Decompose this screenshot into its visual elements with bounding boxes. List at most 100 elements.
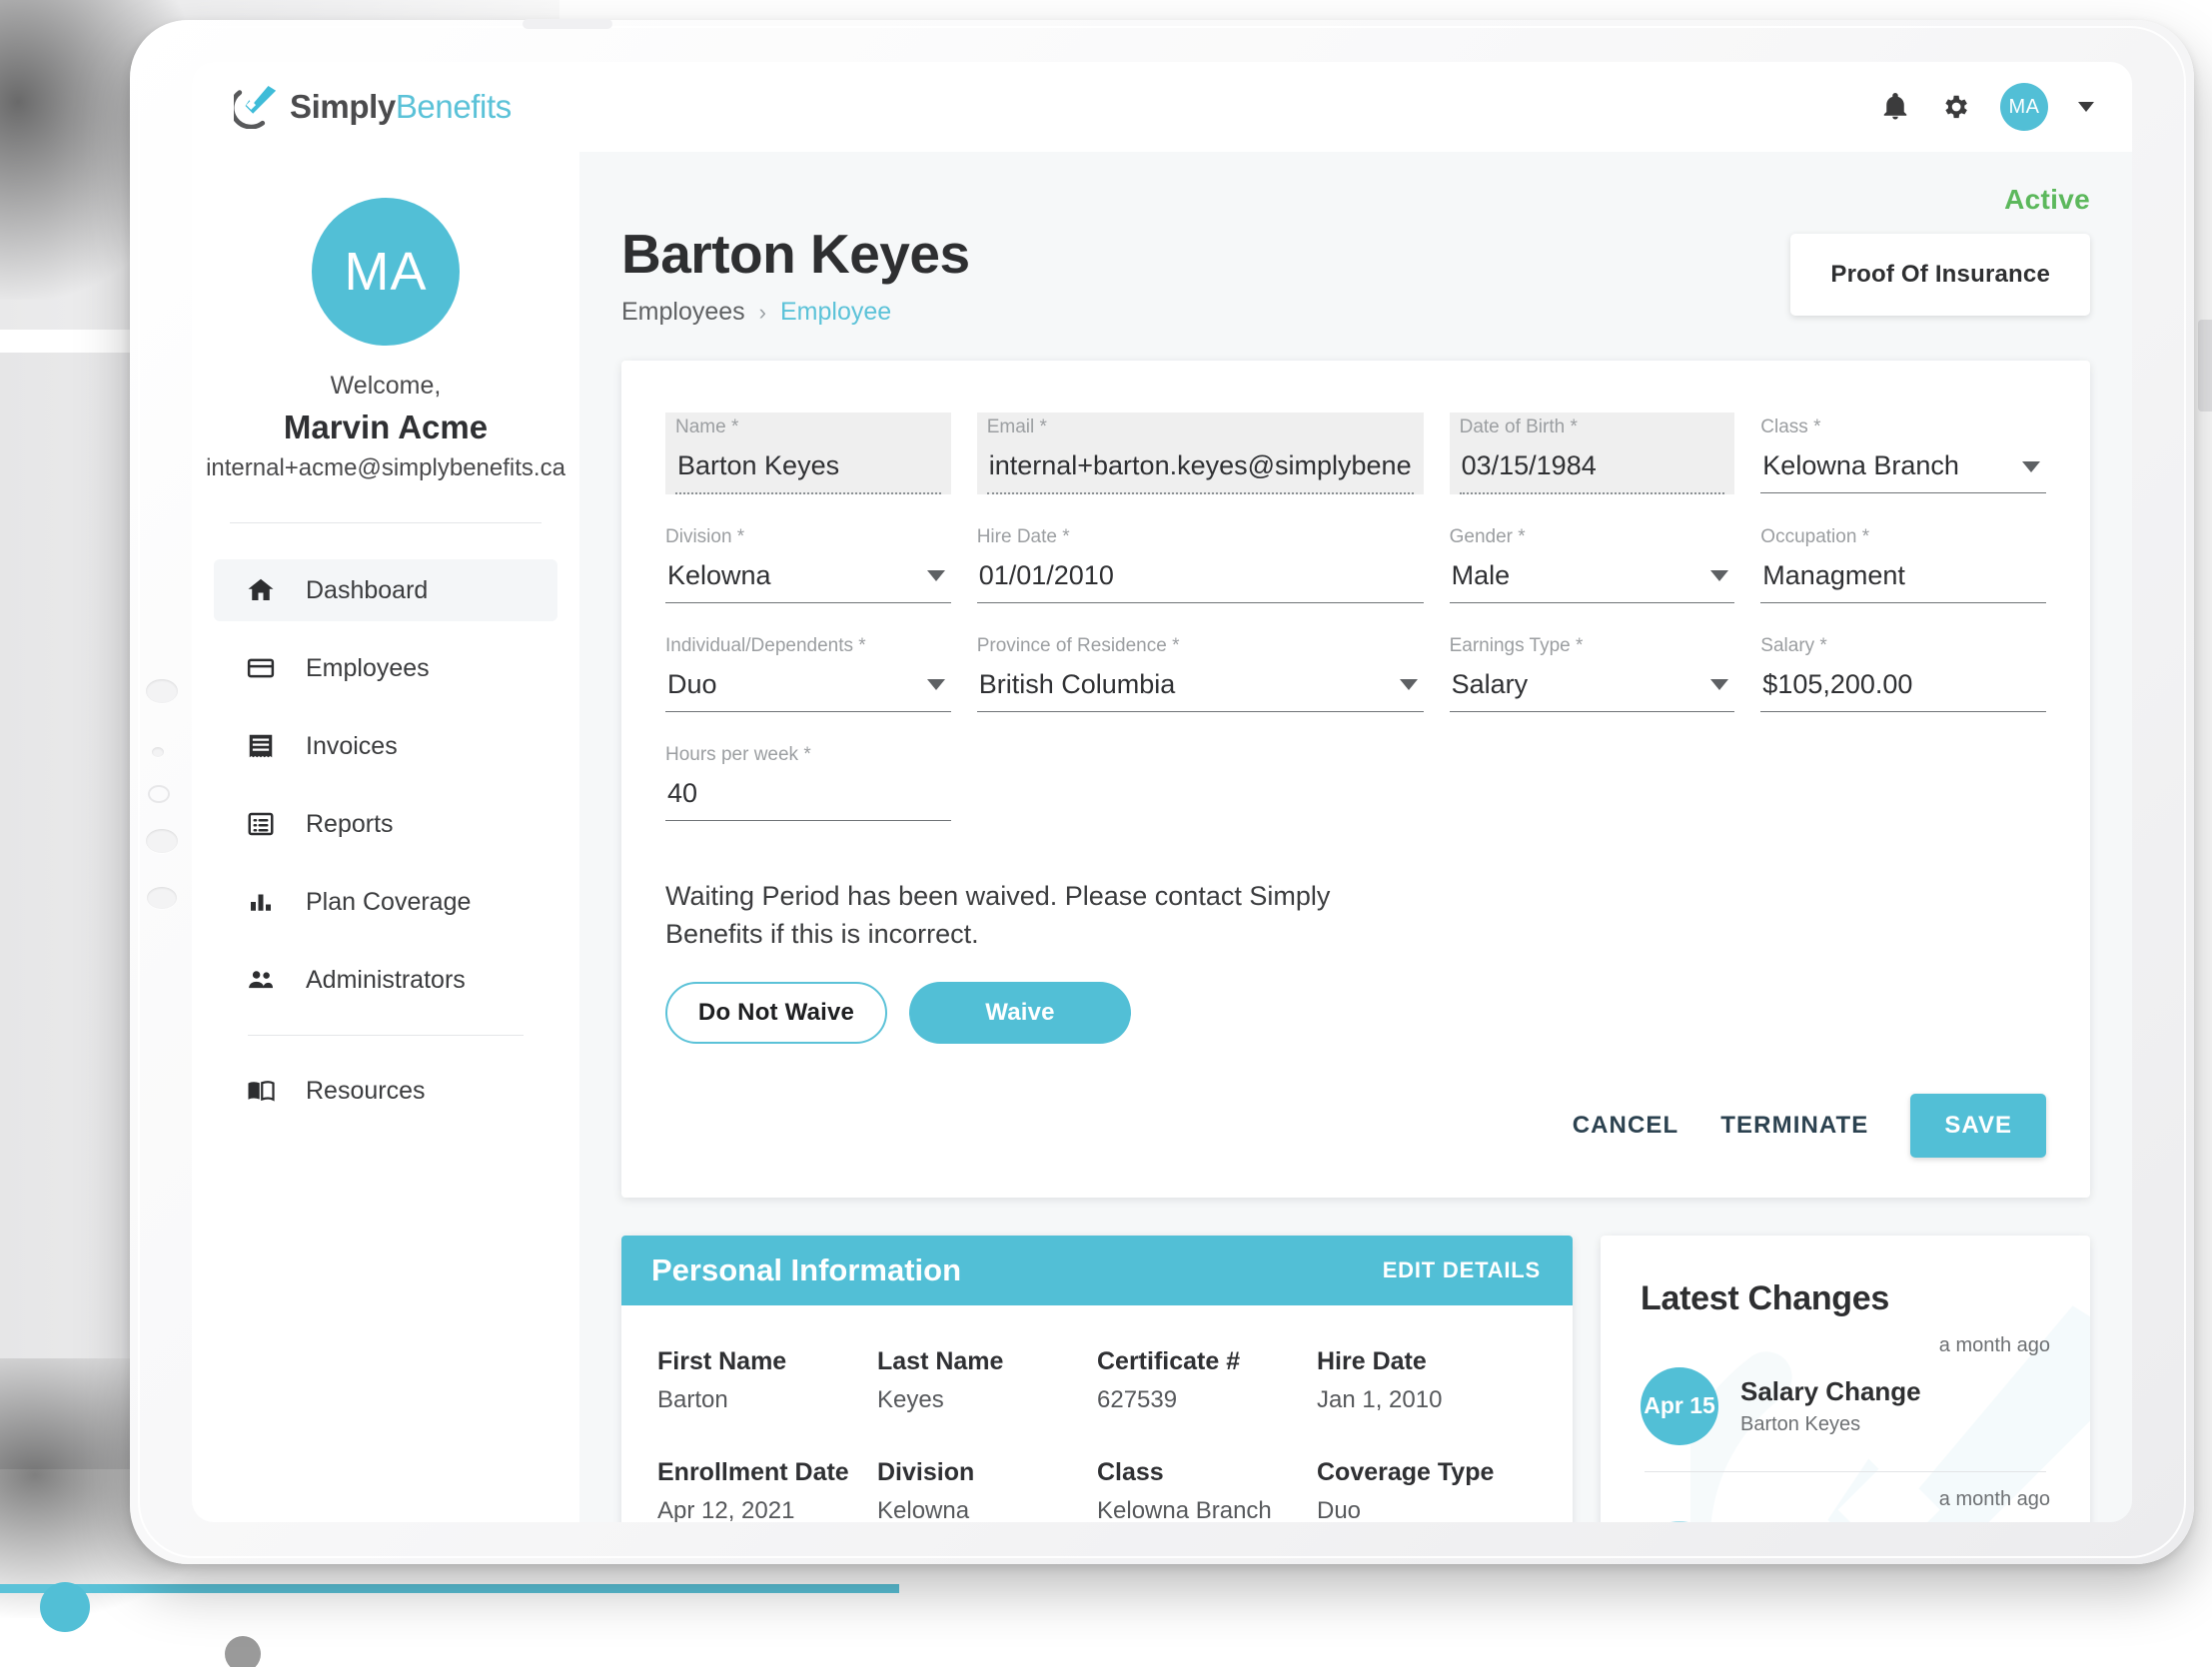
page-header: Barton Keyes Employees › Employee Proof … bbox=[621, 222, 2090, 327]
field-underline bbox=[665, 711, 951, 712]
edit-details-button[interactable]: EDIT DETAILS bbox=[1383, 1257, 1541, 1283]
field-label: Individual/Dependents * bbox=[665, 635, 866, 656]
sidebar-item-plan-coverage[interactable]: Plan Coverage bbox=[214, 871, 557, 933]
sidebar-item-administrators[interactable]: Administrators bbox=[214, 949, 557, 1011]
field-gender[interactable]: Gender * Male bbox=[1449, 522, 1735, 603]
tablet-side-button-4[interactable] bbox=[146, 829, 178, 853]
tablet-screen: SimplyBenefits MA MA Welcome, Marvin Acm… bbox=[192, 62, 2132, 1522]
province-select[interactable]: British Columbia bbox=[977, 659, 1424, 711]
sidebar-user-email: internal+acme@simplybenefits.ca bbox=[206, 454, 565, 481]
field-salary[interactable]: Salary * $105,200.00 bbox=[1760, 631, 2046, 712]
field-class[interactable]: Class * Kelowna Branch bbox=[1760, 413, 2046, 494]
field-individual-dependents[interactable]: Individual/Dependents * Duo bbox=[665, 631, 951, 712]
status-badge: Active bbox=[2004, 184, 2090, 215]
chevron-down-icon[interactable] bbox=[926, 570, 945, 581]
field-underline bbox=[986, 492, 1414, 494]
latest-change-date-badge: Apr 15 bbox=[1641, 1366, 1718, 1445]
topbar-avatar[interactable]: MA bbox=[2000, 83, 2048, 131]
field-name: Name * Barton Keyes bbox=[665, 413, 951, 494]
class-select[interactable]: Kelowna Branch bbox=[1760, 440, 2046, 492]
earnings-type-select[interactable]: Salary bbox=[1450, 659, 1735, 711]
sidebar-item-label: Dashboard bbox=[306, 575, 429, 604]
breadcrumb-root[interactable]: Employees bbox=[621, 298, 745, 327]
hours-per-week-input[interactable]: 40 bbox=[665, 768, 951, 820]
app-topbar: SimplyBenefits MA bbox=[192, 62, 2132, 152]
email-input: internal+barton.keyes@simplybene bbox=[988, 449, 1412, 480]
tablet-side-button-5[interactable] bbox=[147, 887, 177, 909]
latest-change-subject: Barton Keyes bbox=[1740, 1412, 1861, 1435]
waiting-period-actions: Do Not Waive Waive bbox=[665, 981, 2046, 1044]
tablet-side-button-1[interactable] bbox=[146, 679, 178, 703]
pi-value: Apr 12, 2021 bbox=[657, 1496, 795, 1522]
cancel-button[interactable]: CANCEL bbox=[1573, 1112, 1679, 1140]
occupation-input[interactable]: Managment bbox=[1760, 550, 2046, 602]
breadcrumb-current[interactable]: Employee bbox=[780, 298, 891, 327]
pi-value: Jan 1, 2010 bbox=[1317, 1385, 1443, 1413]
field-hours-per-week[interactable]: Hours per week * 40 bbox=[665, 740, 951, 821]
notification-bell-icon[interactable] bbox=[1880, 92, 1910, 122]
topbar-avatar-initials: MA bbox=[2008, 95, 2040, 118]
chevron-down-icon[interactable] bbox=[1399, 679, 1418, 690]
latest-changes-divider bbox=[1645, 1470, 2046, 1472]
people-icon bbox=[246, 965, 276, 995]
field-label: Earnings Type * bbox=[1449, 635, 1584, 656]
logo-text-primary: Simply bbox=[290, 88, 396, 125]
waiting-period-note: Waiting Period has been waived. Please c… bbox=[665, 881, 1331, 950]
gender-select[interactable]: Male bbox=[1450, 550, 1735, 602]
personal-information-card: Personal Information EDIT DETAILS First … bbox=[621, 1235, 1573, 1522]
pi-value: Keyes bbox=[877, 1385, 944, 1413]
latest-change-item[interactable]: a month ago Apr 15 Salary Change Barton … bbox=[1641, 1334, 2050, 1445]
pi-key: Last Name bbox=[877, 1346, 1004, 1375]
pi-key: Class bbox=[1097, 1457, 1164, 1486]
tablet-top-button[interactable] bbox=[523, 19, 612, 29]
field-hire-date[interactable]: Hire Date * 01/01/2010 bbox=[976, 522, 1424, 603]
salary-input[interactable]: $105,200.00 bbox=[1760, 659, 2046, 711]
chevron-down-icon[interactable] bbox=[1710, 679, 1729, 690]
background-chip-right bbox=[2198, 320, 2212, 412]
field-label: Salary * bbox=[1760, 635, 1827, 656]
pi-entry: Class Kelowna Branch bbox=[1097, 1458, 1317, 1522]
book-icon bbox=[246, 1076, 276, 1106]
do-not-waive-button[interactable]: Do Not Waive bbox=[665, 981, 887, 1044]
field-earnings-type[interactable]: Earnings Type * Salary bbox=[1449, 631, 1735, 712]
chevron-down-icon[interactable] bbox=[2022, 461, 2040, 472]
field-label: Gender * bbox=[1449, 526, 1526, 547]
sidebar-divider-bottom bbox=[248, 1035, 524, 1036]
division-select[interactable]: Kelowna bbox=[665, 550, 951, 602]
sidebar-item-reports[interactable]: Reports bbox=[214, 793, 557, 855]
sidebar-item-dashboard[interactable]: Dashboard bbox=[214, 559, 557, 621]
home-icon bbox=[246, 575, 276, 605]
field-underline bbox=[1459, 492, 1725, 494]
sidebar-item-employees[interactable]: Employees bbox=[214, 637, 557, 699]
sidebar-item-resources[interactable]: Resources bbox=[214, 1060, 557, 1122]
sidebar-item-label: Employees bbox=[306, 653, 430, 682]
settings-gear-icon[interactable] bbox=[1940, 92, 1970, 122]
save-button[interactable]: SAVE bbox=[1910, 1093, 2046, 1158]
field-label: Name * bbox=[675, 417, 739, 437]
field-email: Email * internal+barton.keyes@simplybene bbox=[976, 413, 1424, 494]
field-occupation[interactable]: Occupation * Managment bbox=[1760, 522, 2046, 603]
chevron-down-icon[interactable] bbox=[1710, 570, 1729, 581]
tablet-side-button-2[interactable] bbox=[152, 747, 164, 757]
chevron-down-icon[interactable] bbox=[926, 679, 945, 690]
pi-value: Duo bbox=[1317, 1496, 1362, 1522]
tablet-side-button-3[interactable] bbox=[148, 785, 170, 803]
app-logo[interactable]: SimplyBenefits bbox=[229, 85, 512, 130]
latest-change-item[interactable]: a month ago Apr 12 Email Change Barton K… bbox=[1641, 1488, 2050, 1522]
terminate-button[interactable]: TERMINATE bbox=[1720, 1112, 1868, 1140]
sidebar-avatar: MA bbox=[312, 198, 460, 346]
proof-of-insurance-button[interactable]: Proof Of Insurance bbox=[1790, 234, 2090, 316]
field-division[interactable]: Division * Kelowna bbox=[665, 522, 951, 603]
field-province-of-residence[interactable]: Province of Residence * British Columbia bbox=[976, 631, 1424, 712]
sidebar-item-invoices[interactable]: Invoices bbox=[214, 715, 557, 777]
pi-entry: Hire Date Jan 1, 2010 bbox=[1317, 1347, 1537, 1414]
waive-button[interactable]: Waive bbox=[909, 981, 1131, 1044]
sidebar-item-label: Reports bbox=[306, 809, 394, 838]
hire-date-input[interactable]: 01/01/2010 bbox=[977, 550, 1424, 602]
individual-dependents-select[interactable]: Duo bbox=[665, 659, 951, 711]
chevron-down-icon[interactable] bbox=[2078, 102, 2094, 112]
